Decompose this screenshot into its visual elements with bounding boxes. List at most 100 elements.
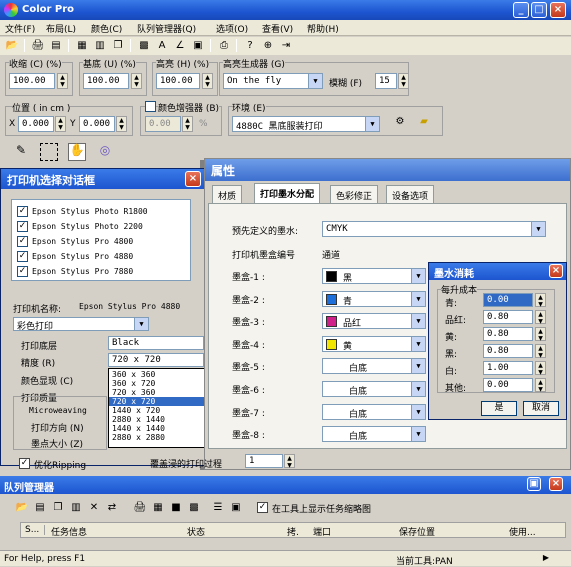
open-icon[interactable]: 📂	[4, 38, 20, 53]
printer-checkbox[interactable]: ✓	[17, 236, 28, 247]
zoom-icon[interactable]: ◎	[96, 143, 114, 161]
base-input[interactable]: 100.00	[83, 73, 129, 89]
cost-row-input[interactable]: 0.00	[483, 293, 533, 307]
optimize-ripping-checkbox[interactable]: ✓	[19, 458, 30, 469]
queue-page-icon[interactable]: ▥	[68, 500, 84, 515]
grid-icon[interactable]: ▩	[136, 38, 152, 53]
queue-preview-icon[interactable]: ▦	[150, 500, 166, 515]
cost-row-spinner[interactable]: ▲ ▼	[535, 310, 546, 325]
generator-select[interactable]: On the fly ▼	[223, 73, 323, 89]
base-spinner[interactable]: ▲ ▼	[131, 73, 142, 89]
cartridge-channel-select[interactable]: 品红 ▼	[322, 313, 426, 330]
layout-icon[interactable]: ▦	[74, 38, 90, 53]
cost-row-spinner[interactable]: ▲ ▼	[535, 378, 546, 393]
folder-icon[interactable]: ▰	[416, 114, 432, 129]
printer-checkbox[interactable]: ✓	[17, 221, 28, 232]
gear-icon[interactable]: ⚙	[392, 114, 408, 129]
precision-select[interactable]: 720 x 720	[108, 353, 204, 367]
printer-checkbox[interactable]: ✓	[17, 266, 28, 277]
highlight-input[interactable]: 100.00	[156, 73, 200, 89]
blur-input[interactable]: 15	[375, 73, 397, 89]
col-usage[interactable]: 使用...	[509, 525, 536, 538]
col-status-short[interactable]: S...	[25, 525, 45, 535]
cost-row-input[interactable]: 0.80	[483, 310, 533, 324]
chevron-down-icon[interactable]: ▼	[411, 291, 425, 306]
page-icon[interactable]: ▥	[92, 38, 108, 53]
menu-queue-manager[interactable]: 队列管理器(Q)	[137, 22, 196, 35]
menu-options[interactable]: 选项(O)	[216, 22, 248, 35]
queue-print-icon[interactable]: 🖨	[132, 500, 148, 515]
printer-dialog-close-button[interactable]: ×	[185, 171, 201, 187]
col-port[interactable]: 端口	[313, 525, 331, 538]
precision-option[interactable]: 1440 x 720	[109, 406, 205, 415]
saturation-input[interactable]: 100.00	[9, 73, 55, 89]
precision-option[interactable]: 360 x 360	[109, 370, 205, 379]
printer-setup-icon[interactable]: ⎙	[216, 38, 232, 53]
cost-row-spinner[interactable]: ▲ ▼	[535, 344, 546, 359]
cost-row-spinner[interactable]: ▲ ▼	[535, 361, 546, 376]
cost-row-spinner[interactable]: ▲ ▼	[535, 327, 546, 342]
chevron-down-icon[interactable]: ▼	[411, 359, 425, 374]
env-select[interactable]: 4880C 黑底服装打印 ▼	[232, 116, 380, 132]
queue-save-icon[interactable]: ▤	[32, 500, 48, 515]
cartridge-channel-select[interactable]: 白底 ▼	[322, 358, 426, 375]
printer-checkbox[interactable]: ✓	[17, 206, 28, 217]
cost-row-input[interactable]: 0.80	[483, 327, 533, 341]
help-icon[interactable]: ?	[242, 38, 258, 53]
printer-item[interactable]: Epson Stylus Photo R1800	[32, 207, 148, 216]
pin-icon[interactable]: ▣	[527, 477, 541, 491]
y-input[interactable]: 0.000	[79, 116, 115, 132]
menu-color[interactable]: 颜色(C)	[91, 22, 122, 35]
cost-row-input[interactable]: 0.80	[483, 344, 533, 358]
highlight-spinner[interactable]: ▲ ▼	[202, 73, 213, 89]
cartridge-channel-select[interactable]: 白底 ▼	[322, 426, 426, 443]
chevron-down-icon[interactable]: ▼	[411, 382, 425, 396]
menu-file[interactable]: 文件(F)	[5, 22, 35, 35]
cartridge-channel-select[interactable]: 黑 ▼	[322, 268, 426, 284]
print-mode-select[interactable]: 彩色打印 ▼	[13, 317, 149, 331]
scroll-right-icon[interactable]: ▶	[540, 553, 552, 565]
printer-item[interactable]: Epson Stylus Pro 4800	[32, 237, 133, 246]
x-spinner[interactable]: ▲ ▼	[55, 116, 66, 132]
maximize-button[interactable]: □	[531, 2, 547, 18]
saturation-spinner[interactable]: ▲ ▼	[57, 73, 68, 89]
ok-button[interactable]: 是	[481, 401, 517, 416]
copy-icon[interactable]: ❐	[110, 38, 126, 53]
chevron-down-icon[interactable]: ▼	[411, 427, 425, 442]
chevron-down-icon[interactable]: ▼	[411, 314, 425, 329]
cartridge-channel-select[interactable]: 青 ▼	[322, 290, 426, 307]
precision-option[interactable]: 360 x 720	[109, 379, 205, 388]
queue-layout-icon[interactable]: ▩	[186, 500, 202, 515]
cartridge-channel-select[interactable]: 白底 ▼	[322, 381, 426, 397]
chevron-down-icon[interactable]: ▼	[134, 318, 148, 330]
base-layer-select[interactable]: Black	[108, 336, 204, 350]
queue-list-icon[interactable]: ☰	[210, 500, 226, 515]
y-spinner[interactable]: ▲ ▼	[116, 116, 127, 132]
pan-icon[interactable]: ✋	[68, 143, 86, 161]
blur-spinner[interactable]: ▲ ▼	[398, 73, 409, 89]
chevron-down-icon[interactable]: ▼	[411, 336, 425, 351]
context-help-icon[interactable]: ⊕	[260, 38, 276, 53]
menu-layout[interactable]: 布局(L)	[46, 22, 76, 35]
precision-option[interactable]: 720 x 360	[109, 388, 205, 397]
queue-close-button[interactable]: ×	[549, 477, 563, 491]
chevron-down-icon[interactable]: ▼	[308, 74, 322, 88]
preset-ink-select[interactable]: CMYK ▼	[322, 221, 546, 237]
col-save-location[interactable]: 保存位置	[399, 525, 435, 538]
eyedropper-icon[interactable]: ✎	[12, 143, 30, 161]
menu-help[interactable]: 帮助(H)	[307, 22, 339, 35]
enhancer-checkbox[interactable]	[145, 101, 156, 112]
close-button[interactable]: ×	[550, 2, 566, 18]
calculator-icon[interactable]: ▣	[190, 38, 206, 53]
overlap-spinner[interactable]: ▲ ▼	[284, 454, 295, 469]
precision-option[interactable]: 1440 x 1440	[109, 424, 205, 433]
cartridge-channel-select[interactable]: 白底 ▼	[322, 403, 426, 420]
tab-color-correction[interactable]: 色彩修正	[330, 185, 379, 203]
queue-open-icon[interactable]: 📂	[14, 500, 30, 515]
printer-item[interactable]: Epson Stylus Pro 7880	[32, 267, 133, 276]
cartridge-channel-select[interactable]: 黄 ▼	[322, 335, 426, 352]
minimize-button[interactable]: _	[513, 2, 529, 18]
chevron-down-icon[interactable]: ▼	[411, 269, 425, 283]
queue-stop-icon[interactable]: ■	[168, 500, 184, 515]
show-thumbnail-checkbox[interactable]: ✓	[257, 502, 268, 513]
